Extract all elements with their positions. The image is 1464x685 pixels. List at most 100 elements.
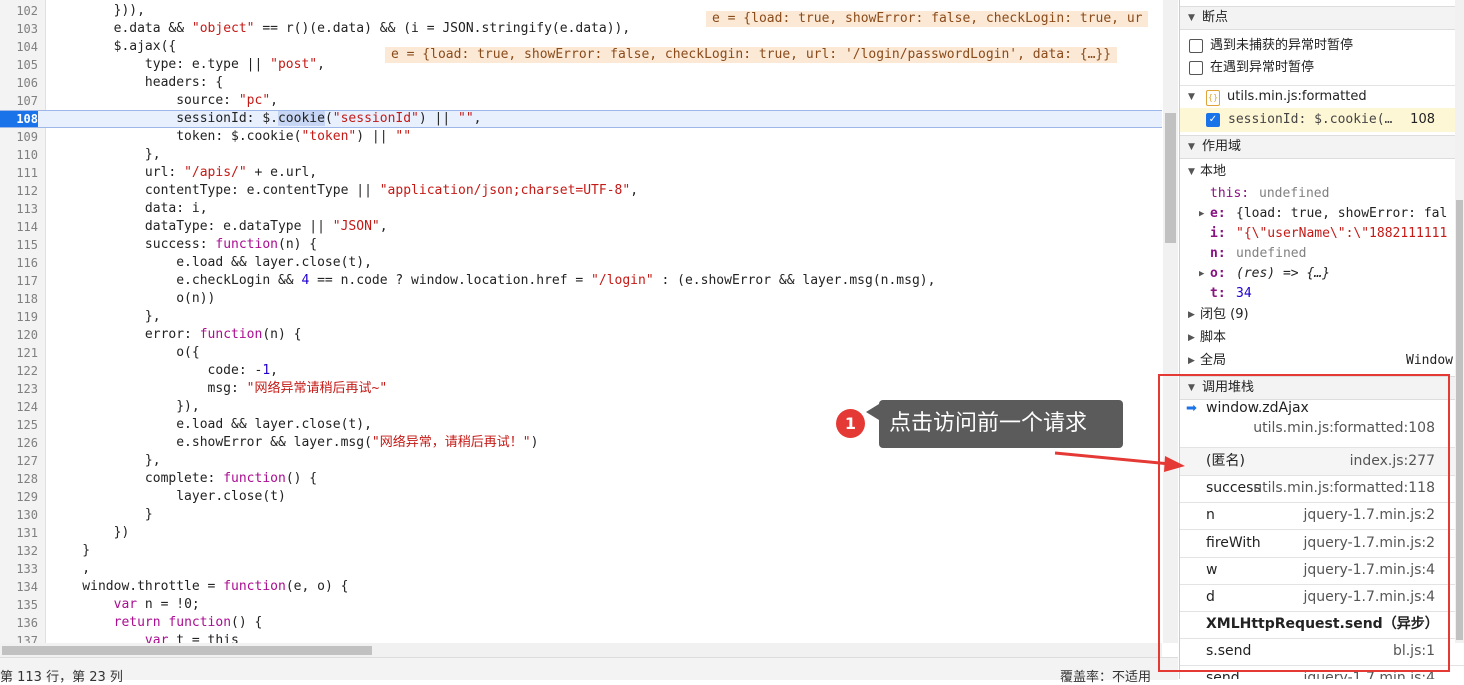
code-line[interactable]: 129 layer.close(t)	[0, 488, 1162, 506]
line-number[interactable]: 111	[0, 164, 38, 182]
code-line[interactable]: 131 })	[0, 524, 1162, 542]
code-line[interactable]: 123 msg: "网络异常请稍后再试~"	[0, 380, 1162, 398]
line-number[interactable]: 115	[0, 236, 38, 254]
frame-location[interactable]: jquery-1.7.min.js:2	[1304, 502, 1435, 529]
line-number[interactable]: 137	[0, 632, 38, 643]
code-line[interactable]: 109 token: $.cookie("token") || ""	[0, 128, 1162, 146]
editor-vertical-scrollbar[interactable]	[1163, 0, 1178, 643]
callstack-frame[interactable]: d jquery-1.7.min.js:4	[1180, 584, 1464, 612]
line-number[interactable]: 121	[0, 344, 38, 362]
code-line[interactable]: 122 code: -1,	[0, 362, 1162, 380]
scope-var-o[interactable]: ▶ o: (res) => {…}	[1180, 264, 1464, 284]
frame-location[interactable]: utils.min.js:formatted:118	[1253, 475, 1435, 502]
code-line[interactable]: 127 },	[0, 452, 1162, 470]
code-line[interactable]: 108 sessionId: $.cookie("sessionId") || …	[0, 110, 1162, 128]
frame-location[interactable]: jquery-1.7.min.js:4	[1304, 584, 1435, 611]
code-line[interactable]: 112 contentType: e.contentType || "appli…	[0, 182, 1162, 200]
line-number[interactable]: 103	[0, 20, 38, 38]
scope-var-n[interactable]: n: undefined	[1180, 244, 1464, 264]
line-number[interactable]: 104	[0, 38, 38, 56]
line-number[interactable]: 127	[0, 452, 38, 470]
scope-var-i[interactable]: i: "{\"userName\":\"1882111111	[1180, 224, 1464, 244]
frame-location[interactable]: jquery-1.7.min.js:2	[1304, 530, 1435, 557]
line-number[interactable]: 129	[0, 488, 38, 506]
line-number[interactable]: 110	[0, 146, 38, 164]
frame-location[interactable]: jquery-1.7.min.js:4	[1304, 557, 1435, 584]
callstack-frame[interactable]: w jquery-1.7.min.js:4	[1180, 557, 1464, 585]
line-number[interactable]: 112	[0, 182, 38, 200]
pause-uncaught-option[interactable]: 遇到未捕获的异常时暂停	[1180, 35, 1464, 57]
callstack-frame[interactable]: (匿名) index.js:277	[1180, 448, 1464, 476]
code-line[interactable]: 121 o({	[0, 344, 1162, 362]
line-number[interactable]: 124	[0, 398, 38, 416]
code-line[interactable]: 116 e.load && layer.close(t),	[0, 254, 1162, 272]
pause-caught-checkbox[interactable]	[1189, 61, 1203, 75]
line-number[interactable]: 136	[0, 614, 38, 632]
code-line[interactable]: 119 },	[0, 308, 1162, 326]
line-number[interactable]: 134	[0, 578, 38, 596]
line-number[interactable]: 128	[0, 470, 38, 488]
pause-caught-option[interactable]: 在遇到异常时暂停	[1180, 57, 1464, 79]
code-line[interactable]: 128 complete: function() {	[0, 470, 1162, 488]
line-number[interactable]: 126	[0, 434, 38, 452]
line-number[interactable]: 113	[0, 200, 38, 218]
scope-closure[interactable]: ▶ 闭包 (9)	[1180, 304, 1464, 326]
code-line[interactable]: 115 success: function(n) {	[0, 236, 1162, 254]
code-line[interactable]: 130 }	[0, 506, 1162, 524]
breakpoint-checkbox[interactable]: ✓	[1206, 113, 1220, 127]
code-line[interactable]: 107 source: "pc",	[0, 92, 1162, 110]
code-line[interactable]: 110 },	[0, 146, 1162, 164]
scope-local-header[interactable]: ▼ 本地	[1180, 161, 1464, 183]
breakpoint-entry[interactable]: ✓ sessionId: $.cookie(… 108	[1180, 108, 1464, 132]
code-editor[interactable]: 102 })), 103 e.data && "object" == r()(e.…	[0, 0, 1162, 643]
callstack-frame[interactable]: send jquery-1.7.min.js:4	[1180, 665, 1464, 679]
breakpoints-section-header[interactable]: ▼ 断点	[1180, 6, 1464, 30]
code-line[interactable]: 106 headers: {	[0, 74, 1162, 92]
line-number[interactable]: 105	[0, 56, 38, 74]
code-line[interactable]: 133 ,	[0, 560, 1162, 578]
code-line[interactable]: 120 error: function(n) {	[0, 326, 1162, 344]
line-number[interactable]: 108	[0, 111, 38, 127]
frame-location[interactable]: index.js:277	[1350, 448, 1435, 475]
scope-var-t[interactable]: t: 34	[1180, 284, 1464, 304]
callstack-frame[interactable]: n jquery-1.7.min.js:2	[1180, 502, 1464, 531]
callstack-frame[interactable]: s.send bl.js:1	[1180, 638, 1464, 666]
line-number[interactable]: 106	[0, 74, 38, 92]
scope-script[interactable]: ▶ 脚本	[1180, 327, 1464, 349]
line-number[interactable]: 118	[0, 290, 38, 308]
line-number[interactable]: 131	[0, 524, 38, 542]
scope-var-this[interactable]: this: undefined	[1180, 184, 1464, 204]
code-line[interactable]: 111 url: "/apis/" + e.url,	[0, 164, 1162, 182]
line-number[interactable]: 102	[0, 2, 38, 20]
line-number[interactable]: 132	[0, 542, 38, 560]
line-number[interactable]: 135	[0, 596, 38, 614]
line-number[interactable]: 122	[0, 362, 38, 380]
editor-vertical-scroll-thumb[interactable]	[1165, 113, 1176, 243]
breakpoint-file[interactable]: ▼ {} utils.min.js:formatted	[1180, 85, 1464, 108]
editor-horizontal-scroll-thumb[interactable]	[2, 646, 372, 655]
line-number[interactable]: 114	[0, 218, 38, 236]
line-number[interactable]: 130	[0, 506, 38, 524]
line-number[interactable]: 119	[0, 308, 38, 326]
sidebar-scroll-thumb[interactable]	[1456, 200, 1463, 640]
callstack-frame[interactable]: fireWith jquery-1.7.min.js:2	[1180, 530, 1464, 558]
code-line[interactable]: 117 e.checkLogin && 4 == n.code ? window…	[0, 272, 1162, 290]
scope-section-header[interactable]: ▼ 作用域	[1180, 135, 1464, 159]
line-number[interactable]: 116	[0, 254, 38, 272]
line-number[interactable]: 123	[0, 380, 38, 398]
pause-uncaught-checkbox[interactable]	[1189, 39, 1203, 53]
line-number[interactable]: 109	[0, 128, 38, 146]
frame-location[interactable]: bl.js:1	[1393, 638, 1435, 665]
code-line[interactable]: 137 var t = this	[0, 632, 1162, 643]
frame-location[interactable]: jquery-1.7.min.js:4	[1304, 665, 1435, 679]
code-line[interactable]: 136 return function() {	[0, 614, 1162, 632]
code-line[interactable]: 118 o(n))	[0, 290, 1162, 308]
code-line[interactable]: 114 dataType: e.dataType || "JSON",	[0, 218, 1162, 236]
code-line[interactable]: 135 var n = !0;	[0, 596, 1162, 614]
line-number[interactable]: 125	[0, 416, 38, 434]
line-number[interactable]: 117	[0, 272, 38, 290]
line-number[interactable]: 107	[0, 92, 38, 110]
scope-var-e[interactable]: ▶ e: {load: true, showError: fal	[1180, 204, 1464, 224]
callstack-frame[interactable]: success utils.min.js:formatted:118	[1180, 475, 1464, 504]
code-line[interactable]: 134 window.throttle = function(e, o) {	[0, 578, 1162, 596]
